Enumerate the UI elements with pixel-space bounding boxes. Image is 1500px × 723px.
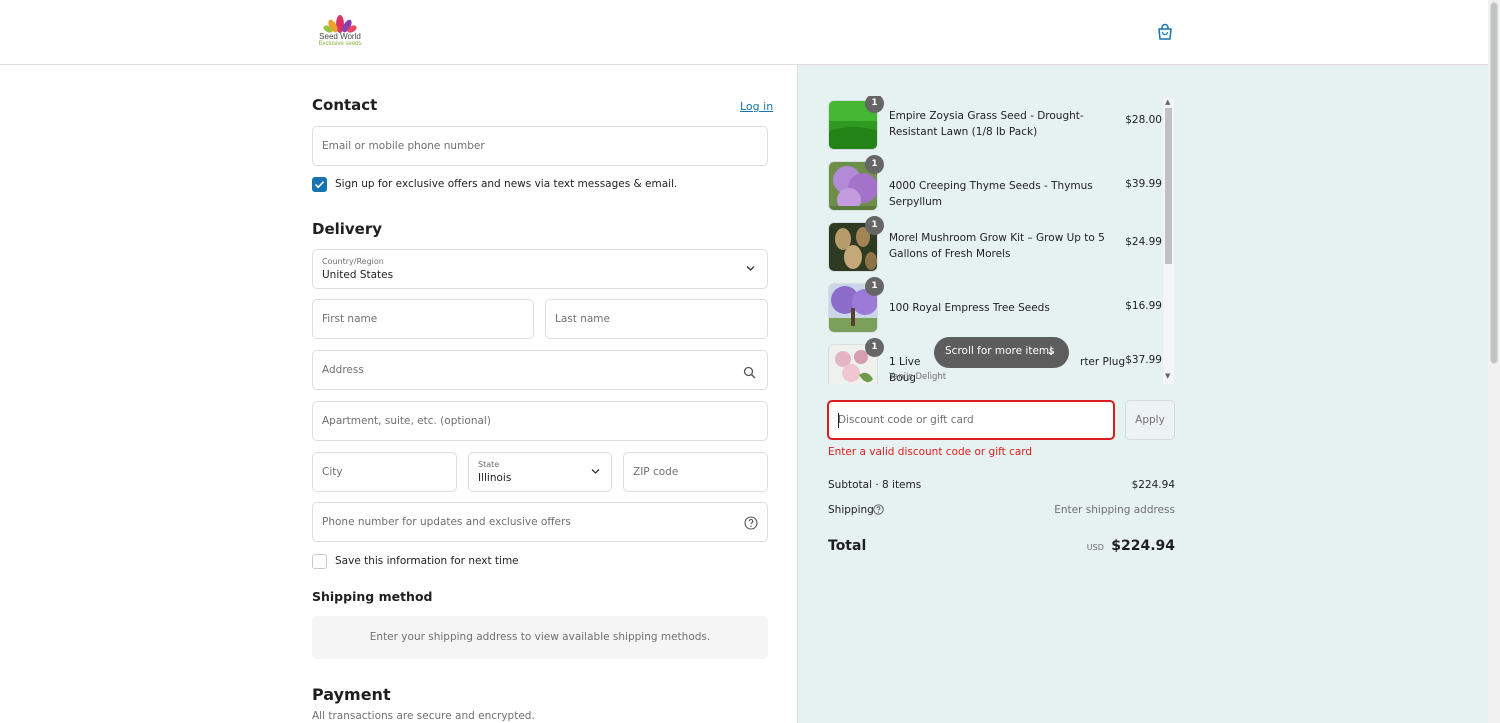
scroll-down-icon[interactable]: ▼ [1165, 372, 1170, 380]
phone-field[interactable]: Phone number for updates and exclusive o… [312, 502, 768, 542]
logo-tagline: Exclusive seeds [318, 41, 362, 47]
item-price: $39.99 [1125, 178, 1162, 190]
save-info-checkbox[interactable] [312, 554, 327, 569]
last-name-field[interactable]: Last name [545, 299, 768, 339]
total-value: $224.94 [1111, 538, 1175, 554]
contact-heading: Contact [312, 96, 378, 114]
phone-placeholder: Phone number for updates and exclusive o… [322, 516, 571, 528]
item-price: $24.99 [1125, 236, 1162, 248]
address-field[interactable]: Address [312, 350, 768, 390]
shipping-label: Shipping [828, 504, 874, 516]
shipping-value: Enter shipping address [1054, 504, 1175, 516]
chevron-down-icon [746, 265, 755, 275]
shopping-bag-icon[interactable] [1156, 23, 1174, 41]
checkmark-icon [314, 181, 325, 189]
zip-placeholder: ZIP code [633, 466, 679, 478]
login-link[interactable]: Log in [740, 100, 773, 113]
logo-name: Seed World [319, 32, 361, 41]
payment-heading: Payment [312, 685, 391, 704]
quantity-badge: 1 [865, 96, 884, 113]
discount-error-message: Enter a valid discount code or gift card [828, 446, 1033, 458]
state-label: State [478, 460, 500, 469]
apartment-placeholder: Apartment, suite, etc. (optional) [322, 415, 491, 427]
first-name-field[interactable]: First name [312, 299, 534, 339]
zip-field[interactable]: ZIP code [623, 452, 768, 492]
item-title: 100 Royal Empress Tree Seeds [889, 302, 1050, 314]
total-row: Total USD $224.94 [828, 538, 1175, 554]
currency-code: USD [1086, 543, 1104, 552]
cart-list-scrollbar[interactable]: ▲ ▼ [1163, 98, 1174, 384]
state-value: Illinois [478, 472, 512, 484]
newsletter-checkbox[interactable] [312, 177, 327, 192]
email-placeholder: Email or mobile phone number [322, 140, 485, 152]
state-select[interactable]: State Illinois [468, 452, 612, 492]
subtotal-value: $224.94 [1131, 479, 1175, 491]
delivery-heading: Delivery [312, 220, 383, 238]
discount-placeholder: Discount code or gift card [838, 414, 974, 426]
scroll-more-button[interactable]: Scroll for more items ↓ [934, 337, 1069, 368]
item-variant: Yani's Delight [889, 372, 947, 382]
header: Seed World Exclusive seeds [0, 0, 1488, 65]
scroll-up-icon[interactable]: ▲ [1165, 98, 1170, 106]
address-placeholder: Address [322, 364, 364, 376]
subtotal-row: Subtotal · 8 items $224.94 [828, 479, 1175, 491]
first-name-placeholder: First name [322, 313, 378, 325]
country-select[interactable]: Country/Region United States [312, 249, 768, 289]
newsletter-label: Sign up for exclusive offers and news vi… [335, 178, 678, 190]
search-icon[interactable] [743, 364, 756, 383]
total-label: Total [828, 538, 867, 554]
list-item: 1 4000 Creeping Thyme Seeds - Thymus Ser… [828, 155, 1162, 213]
item-title: Morel Mushroom Grow Kit – Grow Up to 5 G… [889, 232, 1105, 260]
arrow-down-icon: ↓ [1046, 344, 1057, 358]
store-logo[interactable]: Seed World Exclusive seeds [316, 14, 364, 50]
quantity-badge: 1 [865, 338, 884, 357]
item-title: 4000 Creeping Thyme Seeds - Thymus Serpy… [889, 180, 1093, 208]
page-scrollbar[interactable] [1488, 0, 1500, 723]
country-value: United States [322, 269, 394, 281]
subtotal-label: Subtotal · 8 items [828, 479, 922, 491]
discount-input[interactable]: Discount code or gift card [827, 400, 1115, 440]
save-info-label: Save this information for next time [335, 555, 519, 567]
shipping-method-message: Enter your shipping address to view avai… [369, 631, 711, 643]
apartment-field[interactable]: Apartment, suite, etc. (optional) [312, 401, 768, 441]
city-field[interactable]: City [312, 452, 457, 492]
quantity-badge: 1 [865, 216, 884, 235]
list-item: 1 100 Royal Empress Tree Seeds $16.99 [828, 277, 1162, 335]
page-scrollbar-thumb[interactable] [1490, 2, 1498, 364]
quantity-badge: 1 [865, 155, 884, 174]
scroll-hint-label: Scroll for more items [945, 345, 1055, 357]
shipping-method-box: Enter your shipping address to view avai… [312, 616, 768, 659]
shipping-row: Shipping Enter shipping address [828, 504, 1175, 516]
email-field[interactable]: Email or mobile phone number [312, 126, 768, 166]
help-icon[interactable] [873, 504, 884, 518]
item-price: $16.99 [1125, 300, 1162, 312]
shipping-method-heading: Shipping method [312, 589, 433, 604]
apply-button[interactable]: Apply [1125, 400, 1175, 440]
item-price: $37.99 [1125, 354, 1162, 366]
chevron-down-icon [591, 468, 600, 478]
payment-subtitle: All transactions are secure and encrypte… [312, 710, 535, 722]
country-label: Country/Region [322, 257, 384, 266]
item-title: Empire Zoysia Grass Seed - Drought-Resis… [889, 110, 1084, 138]
item-price: $28.00 [1125, 114, 1162, 126]
list-item: 1 Morel Mushroom Grow Kit – Grow Up to 5… [828, 216, 1162, 274]
city-placeholder: City [322, 466, 343, 478]
lotus-logo-icon [323, 15, 357, 33]
quantity-badge: 1 [865, 277, 884, 296]
list-item: 1 Empire Zoysia Grass Seed - Drought-Res… [828, 96, 1162, 152]
last-name-placeholder: Last name [555, 313, 610, 325]
help-icon[interactable] [744, 515, 758, 534]
scrollbar-thumb[interactable] [1165, 108, 1172, 264]
